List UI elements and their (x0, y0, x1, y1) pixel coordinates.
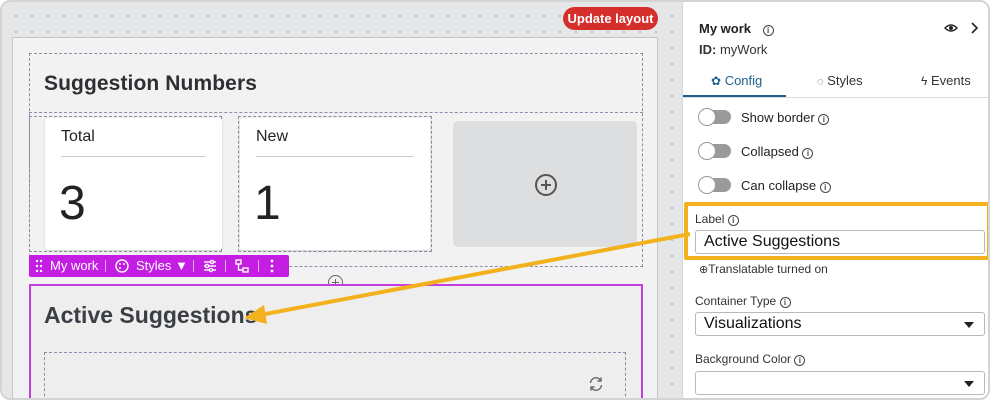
lightning-icon: ϟ (921, 74, 928, 88)
metric-value: 3 (59, 177, 86, 230)
metric-card-total[interactable]: Total 3 (45, 118, 222, 250)
info-icon[interactable]: i (818, 114, 830, 125)
settings-sliders-icon[interactable] (202, 255, 218, 284)
translatable-text: Translatable turned on (708, 262, 828, 276)
panel-title: My work (699, 21, 752, 36)
tab-label: Styles (827, 73, 863, 88)
info-icon[interactable]: i (762, 25, 774, 36)
styles-label: Styles (136, 258, 172, 273)
can-collapse-toggle[interactable] (698, 176, 731, 194)
tab-divider (683, 97, 988, 98)
metric-label: New (256, 128, 289, 145)
chevron-down-icon (964, 322, 974, 328)
metric-card-new[interactable]: New 1 (240, 118, 430, 250)
more-options-icon[interactable] (269, 255, 275, 284)
chevron-down-icon (964, 381, 974, 387)
palette-icon[interactable] (114, 255, 130, 284)
field-label-text: Container Type (695, 294, 777, 308)
divider (256, 156, 414, 157)
toolbar-component-name: My work (50, 258, 99, 273)
tab-label: Events (930, 73, 971, 88)
collapsed-toggle[interactable] (698, 142, 731, 160)
gear-icon: ✿ (711, 74, 722, 88)
refresh-icon[interactable] (587, 375, 605, 398)
component-toolbar: My work Styles ▼ (29, 255, 289, 277)
id-label: ID: (699, 42, 717, 57)
tab-label: Config (724, 73, 763, 88)
translatable-note: ⊕Translatable turned on (699, 262, 828, 276)
show-border-toggle[interactable] (698, 108, 731, 126)
hierarchy-icon[interactable] (234, 255, 250, 284)
background-color-select[interactable] (695, 371, 985, 395)
toggle-label: Can collapse (741, 178, 817, 193)
toolbar-separator (225, 260, 226, 272)
info-icon[interactable]: i (802, 148, 814, 159)
tab-styles[interactable]: ◌ Styles (817, 73, 863, 88)
panel-title-row: My work i (699, 21, 774, 36)
drag-handle-icon[interactable] (35, 255, 43, 284)
id-value: myWork (719, 42, 768, 57)
tab-config[interactable]: ✿ Config (711, 73, 762, 88)
styles-menu-button[interactable]: Styles ▼ (136, 255, 188, 277)
component-id: ID: myWork (699, 42, 767, 57)
info-icon[interactable]: i (819, 182, 831, 193)
add-widget-icon[interactable] (535, 174, 557, 196)
container-type-label: Container Type i (695, 294, 791, 308)
container-type-select[interactable]: Visualizations (695, 312, 985, 336)
info-icon[interactable]: i (779, 297, 791, 308)
globe-icon: ⊕ (699, 264, 709, 276)
info-icon[interactable]: i (794, 355, 806, 366)
properties-panel: My work i ID: myWork ✿ Config ◌ Styles ϟ… (682, 2, 988, 398)
info-icon[interactable]: i (727, 215, 739, 226)
divider (61, 156, 206, 157)
background-color-label: Background Color i (695, 352, 806, 366)
field-label-text: Background Color (695, 352, 792, 366)
section-title: Suggestion Numbers (44, 72, 257, 95)
label-input[interactable]: Active Suggestions (695, 230, 985, 254)
design-canvas: Update layout Suggestion Numbers Total 3… (2, 2, 681, 398)
palette-icon: ◌ (817, 76, 824, 88)
toggle-label: Show border (741, 110, 815, 125)
visibility-eye-icon[interactable] (944, 21, 958, 40)
metric-label: Total (61, 128, 95, 145)
label-field-label: Label i (695, 212, 739, 226)
section-title: Active Suggestions (44, 302, 258, 328)
toggle-label: Collapsed (741, 144, 799, 159)
selected-value: Visualizations (704, 315, 802, 332)
update-layout-button[interactable]: Update layout (563, 7, 658, 30)
toolbar-separator (193, 260, 194, 272)
toolbar-separator (105, 260, 106, 272)
chevron-right-icon[interactable] (969, 21, 979, 40)
metric-value: 1 (254, 177, 281, 230)
tab-events[interactable]: ϟ Events (921, 73, 971, 88)
field-label-text: Label (695, 212, 725, 226)
app-frame: Update layout Suggestion Numbers Total 3… (0, 0, 990, 400)
toolbar-separator (258, 260, 259, 272)
visualization-slot (44, 352, 626, 398)
